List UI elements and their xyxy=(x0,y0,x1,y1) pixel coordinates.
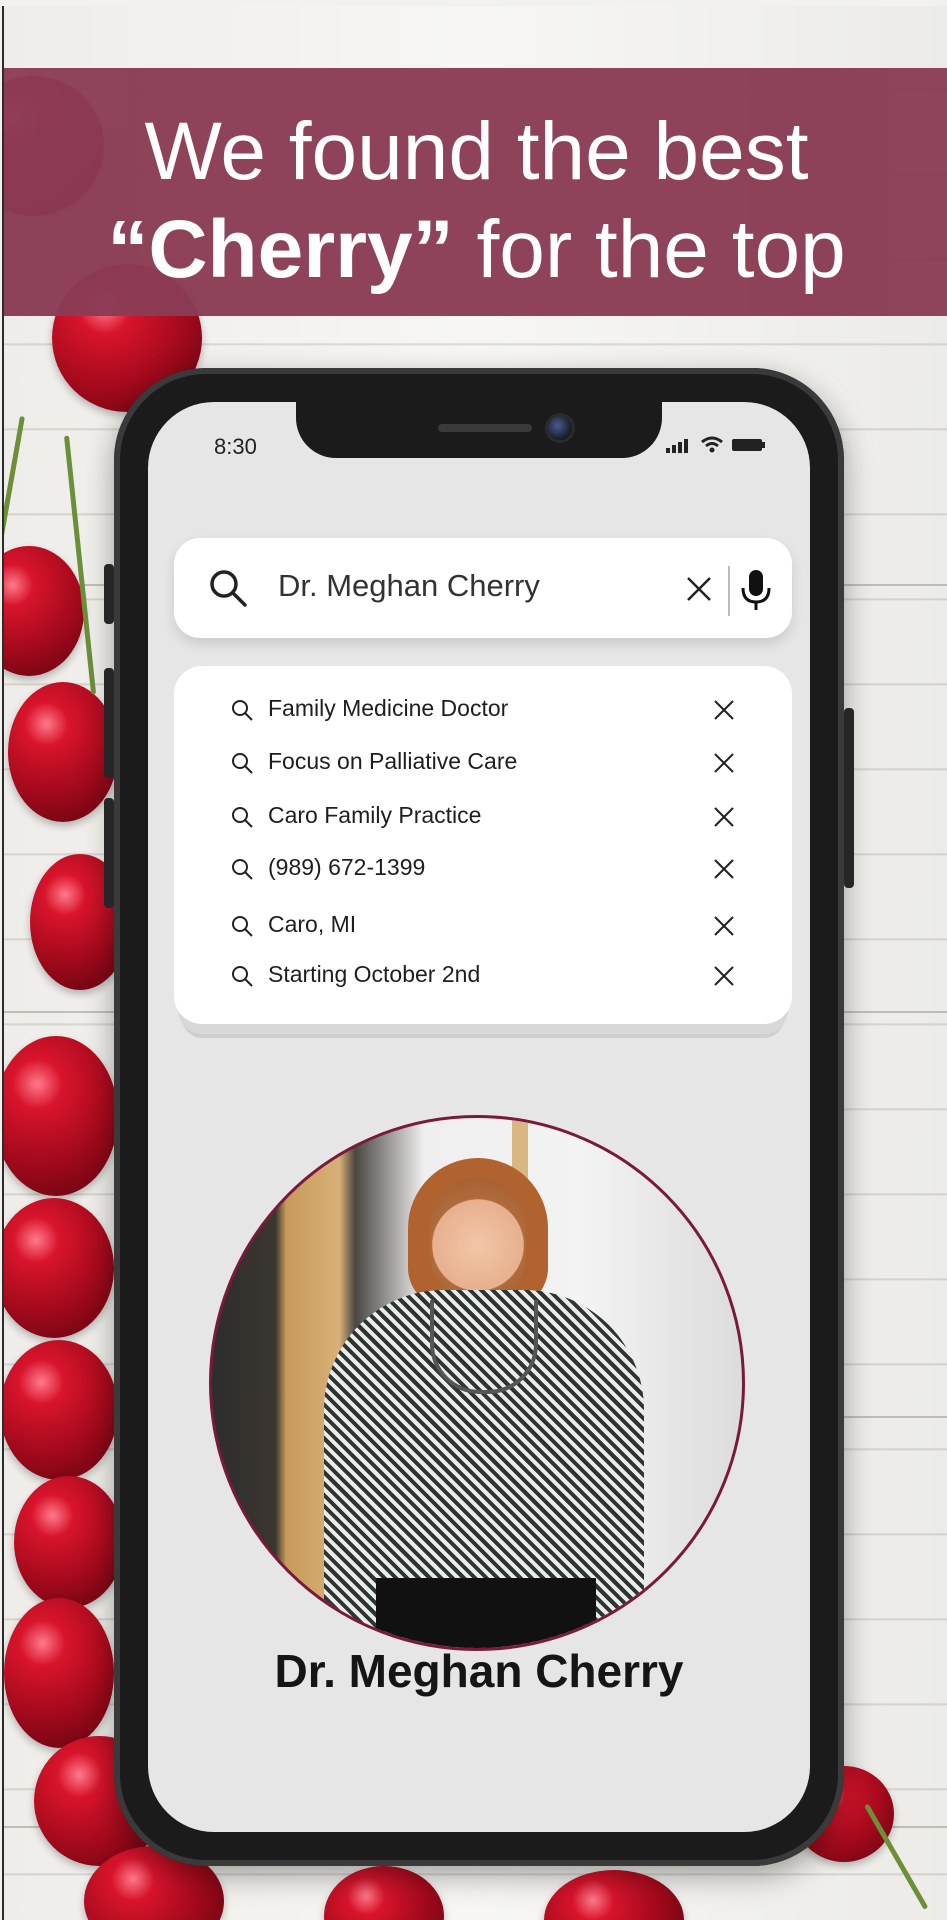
search-icon xyxy=(232,700,253,721)
cherry-decoration xyxy=(4,546,84,676)
suggestion-item[interactable]: Focus on Palliative Care xyxy=(230,743,750,783)
suggestion-label: Family Medicine Doctor xyxy=(268,695,509,721)
headline-highlight: “Cherry” xyxy=(107,204,454,295)
stethoscope-icon xyxy=(430,1300,538,1394)
search-icon xyxy=(232,753,253,774)
ad-background: We found the best “Cherry” for the top 8… xyxy=(2,6,947,1920)
clear-icon[interactable] xyxy=(686,576,712,602)
suggestion-item[interactable]: Caro, MI xyxy=(230,906,750,946)
cherry-stem xyxy=(864,1803,929,1910)
battery-icon xyxy=(732,439,765,451)
suggestion-item[interactable]: Family Medicine Doctor xyxy=(230,690,750,730)
phone-volume-up xyxy=(104,668,114,778)
phone-volume-down xyxy=(104,798,114,908)
headline-line-1: We found the best xyxy=(144,106,809,197)
doctor-name: Dr. Meghan Cherry xyxy=(274,1645,684,1697)
earpiece-speaker xyxy=(438,424,532,432)
cherry-decoration xyxy=(324,1866,444,1920)
signal-icon xyxy=(666,439,688,453)
headline-line-2: “Cherry” for the top xyxy=(4,202,947,298)
remove-suggestion-icon[interactable] xyxy=(714,807,734,827)
doctor-portrait xyxy=(209,1115,745,1651)
headline-banner: We found the best “Cherry” for the top xyxy=(4,68,947,316)
phone-mockup: 8:30 Dr. Meghan Cherry Family Medicine D… xyxy=(104,368,854,1866)
phone-mute-switch xyxy=(104,564,114,624)
cherry-decoration xyxy=(4,1036,118,1196)
cherry-decoration xyxy=(8,682,118,822)
cherry-decoration xyxy=(4,1340,118,1480)
search-icon xyxy=(232,859,253,880)
wifi-icon xyxy=(701,436,723,453)
phone-power-button xyxy=(844,708,854,888)
suggestion-label: Caro, MI xyxy=(268,911,357,937)
search-divider xyxy=(728,566,730,616)
suggestion-item[interactable]: Caro Family Practice xyxy=(230,797,750,837)
search-icon xyxy=(232,916,253,937)
suggestion-item[interactable]: Starting October 2nd xyxy=(230,956,750,996)
remove-suggestion-icon[interactable] xyxy=(714,859,734,879)
suggestion-label: Starting October 2nd xyxy=(268,961,481,987)
phone-notch xyxy=(296,402,662,458)
search-suggestions-panel: Family Medicine Doctor Focus on Palliati… xyxy=(174,666,792,1024)
status-time: 8:30 xyxy=(214,434,257,459)
suggestion-item[interactable]: (989) 672-1399 xyxy=(230,849,750,889)
headline-line-2-rest: for the top xyxy=(453,204,846,295)
search-icon[interactable] xyxy=(208,568,248,608)
remove-suggestion-icon[interactable] xyxy=(714,916,734,936)
portrait-face xyxy=(430,1178,526,1300)
portrait-skirt xyxy=(376,1578,596,1648)
status-icons xyxy=(666,436,766,454)
search-icon xyxy=(232,966,253,987)
suggestion-label: (989) 672-1399 xyxy=(268,854,426,880)
search-input[interactable]: Dr. Meghan Cherry xyxy=(278,568,540,604)
cherry-decoration xyxy=(544,1870,684,1920)
cherry-decoration xyxy=(14,1476,124,1608)
cherry-decoration xyxy=(4,1598,114,1748)
remove-suggestion-icon[interactable] xyxy=(714,753,734,773)
suggestion-label: Caro Family Practice xyxy=(268,802,482,828)
remove-suggestion-icon[interactable] xyxy=(714,700,734,720)
cherry-decoration xyxy=(4,1198,114,1338)
search-bar[interactable]: Dr. Meghan Cherry xyxy=(174,538,792,638)
search-icon xyxy=(232,807,253,828)
phone-screen: 8:30 Dr. Meghan Cherry Family Medicine D… xyxy=(148,402,810,1832)
suggestion-label: Focus on Palliative Care xyxy=(268,748,518,774)
remove-suggestion-icon[interactable] xyxy=(714,966,734,986)
front-camera-icon xyxy=(548,416,572,440)
microphone-icon[interactable] xyxy=(740,568,772,612)
